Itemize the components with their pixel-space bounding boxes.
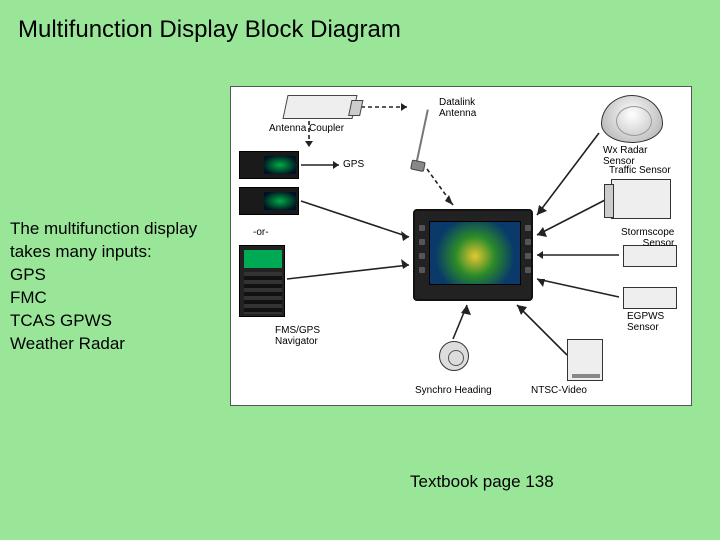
antenna-coupler-icon xyxy=(282,95,357,119)
description-input-1: FMC xyxy=(10,287,225,310)
wx-radar-sensor-label: Wx Radar Sensor xyxy=(603,145,647,167)
description-intro: The multifunction display takes many inp… xyxy=(10,218,225,264)
mfd-button-icon xyxy=(419,267,425,273)
gps-unit-1-icon xyxy=(239,151,299,179)
mfd-button-icon xyxy=(419,253,425,259)
ntsc-video-label: NTSC-Video xyxy=(531,385,587,396)
mfd-button-icon xyxy=(525,267,531,273)
synchro-heading-icon xyxy=(439,341,469,371)
footer-text: Textbook page 138 xyxy=(410,472,554,492)
description-block: The multifunction display takes many inp… xyxy=(10,218,225,356)
description-input-3: Weather Radar xyxy=(10,333,225,356)
synchro-heading-label: Synchro Heading xyxy=(415,385,492,396)
mfd-button-icon xyxy=(525,253,531,259)
gps-label: GPS xyxy=(343,159,364,170)
mfd-button-icon xyxy=(525,225,531,231)
gps-unit-2-icon xyxy=(239,187,299,215)
block-diagram: Antenna Coupler GPS -or- FMS/GPS Navigat… xyxy=(230,86,692,406)
antenna-coupler-label: Antenna Coupler xyxy=(269,123,344,134)
egpws-sensor-label: EGPWS Sensor xyxy=(627,311,664,333)
mfd-button-icon xyxy=(419,225,425,231)
description-input-2: TCAS GPWS xyxy=(10,310,225,333)
mfd-screen-icon xyxy=(429,221,521,285)
traffic-sensor-icon xyxy=(611,179,671,219)
fms-navigator-icon xyxy=(239,245,285,317)
egpws-sensor-icon xyxy=(623,287,677,309)
datalink-antenna-label: Datalink Antenna xyxy=(439,97,476,119)
stormscope-sensor-label: Stormscope Sensor xyxy=(621,227,674,249)
mfd-unit-icon xyxy=(413,209,533,301)
mfd-button-icon xyxy=(419,239,425,245)
fms-navigator-label: FMS/GPS Navigator xyxy=(275,325,320,347)
description-input-0: GPS xyxy=(10,264,225,287)
ntsc-video-icon xyxy=(567,339,603,381)
or-label: -or- xyxy=(253,227,269,238)
traffic-sensor-label: Traffic Sensor xyxy=(609,165,671,176)
slide-title: Multifunction Display Block Diagram xyxy=(18,16,401,44)
mfd-button-icon xyxy=(525,239,531,245)
